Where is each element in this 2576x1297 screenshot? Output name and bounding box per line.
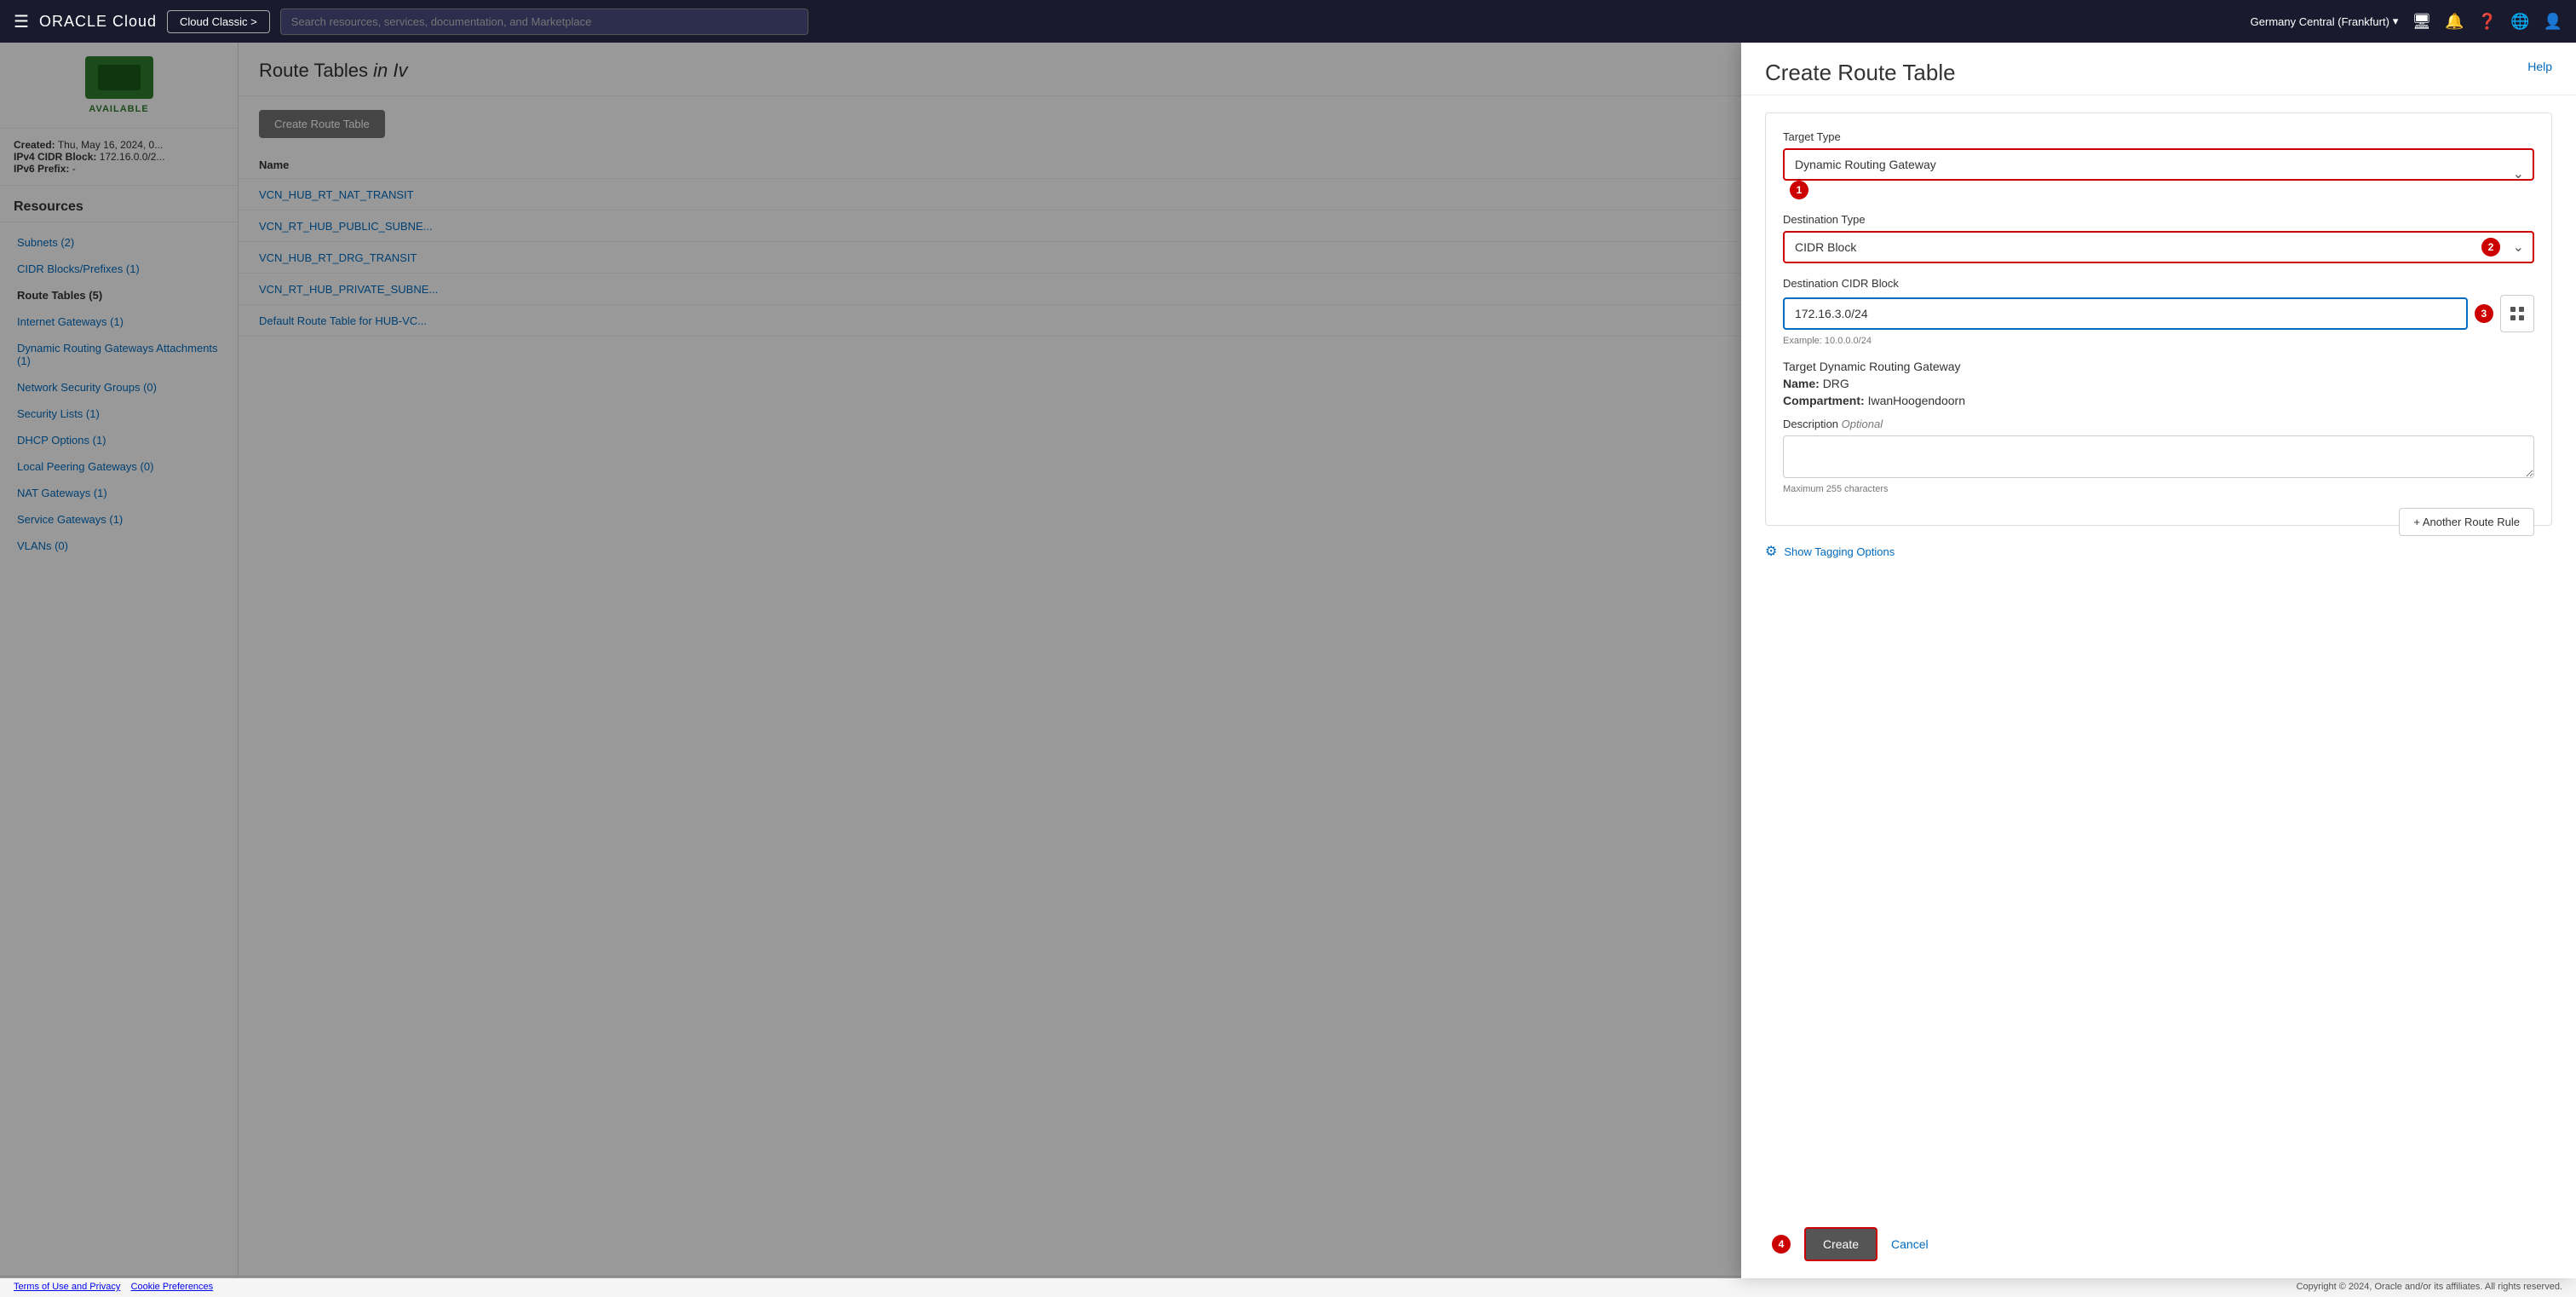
chevron-down-icon: ▾ [2393,14,2399,28]
modal-header: Create Route Table Help [1741,43,2576,95]
destination-type-group: Destination Type CIDR Block 2 [1783,213,2534,263]
cancel-button[interactable]: Cancel [1891,1237,1929,1251]
cookie-link[interactable]: Cookie Preferences [131,1282,214,1292]
target-type-label: Target Type [1783,130,2534,143]
cloud-classic-button[interactable]: Cloud Classic > [167,10,270,33]
modal-body: Target Type Dynamic Routing Gateway 1 De… [1741,95,2576,1213]
destination-type-label: Destination Type [1783,213,2534,226]
tagging-icon: ⚙ [1765,543,1777,560]
modal-panel: Create Route Table Help Target Type Dyna… [1741,43,2576,1278]
modal-title: Create Route Table [1765,60,1956,86]
step-3-badge: 3 [2475,304,2493,323]
footer: Terms of Use and Privacy Cookie Preferen… [0,1276,2576,1297]
description-max-hint: Maximum 255 characters [1783,484,2534,494]
create-button[interactable]: Create [1804,1227,1877,1261]
optional-label: Optional [1842,418,1883,430]
destination-type-select-wrapper: CIDR Block 2 [1783,231,2534,263]
show-tagging-label: Show Tagging Options [1784,545,1895,558]
target-drg-name: Name: DRG [1783,377,2534,390]
step-1-badge: 1 [1790,181,1808,199]
search-input[interactable] [280,9,808,35]
destination-type-select[interactable]: CIDR Block [1783,231,2534,263]
modal-actions: 4 Create Cancel [1741,1213,2576,1278]
terms-link[interactable]: Terms of Use and Privacy [14,1282,120,1292]
target-drg-heading: Target Dynamic Routing Gateway [1783,360,2534,373]
oracle-logo: ORACLE Cloud [39,13,157,31]
footer-right: Copyright © 2024, Oracle and/or its affi… [2297,1282,2562,1292]
top-navigation: ☰ ORACLE Cloud Cloud Classic > Germany C… [0,0,2576,43]
region-label: Germany Central (Frankfurt) [2251,15,2389,28]
bell-icon[interactable]: 🔔 [2445,13,2464,31]
help-icon[interactable]: ❓ [2478,13,2497,31]
globe-icon[interactable]: 🌐 [2510,13,2529,31]
destination-cidr-group: Destination CIDR Block 172.16.3.0/24 3 [1783,277,2534,346]
description-label: Description Optional [1783,418,2534,430]
region-selector[interactable]: Germany Central (Frankfurt) ▾ [2251,14,2399,28]
description-textarea[interactable] [1783,435,2534,478]
target-type-group: Target Type Dynamic Routing Gateway 1 [1783,130,2534,199]
destination-cidr-input[interactable]: 172.16.3.0/24 [1783,297,2468,330]
target-drg-compartment: Compartment: IwanHoogendoorn [1783,394,2534,407]
step-2-badge: 2 [2481,238,2500,257]
modal-overlay: Create Route Table Help Target Type Dyna… [0,43,2576,1278]
cidr-hint: Example: 10.0.0.0/24 [1783,336,2534,346]
hamburger-menu-icon[interactable]: ☰ [14,11,29,32]
destination-cidr-label: Destination CIDR Block [1783,277,2534,290]
footer-left: Terms of Use and Privacy Cookie Preferen… [14,1282,213,1292]
user-icon[interactable]: 👤 [2544,13,2562,31]
description-group: Description Optional Maximum 255 charact… [1783,418,2534,494]
show-tagging-section[interactable]: ⚙ Show Tagging Options [1765,543,2552,560]
route-rule-section: Target Type Dynamic Routing Gateway 1 De… [1765,112,2552,526]
target-drg-info: Target Dynamic Routing Gateway Name: DRG… [1783,360,2534,407]
step-4-badge: 4 [1772,1235,1791,1254]
grid-icon [2500,295,2534,332]
help-link[interactable]: Help [2527,60,2552,73]
nav-right: Germany Central (Frankfurt) ▾ 🖥 🔔 ❓ 🌐 👤 [2251,13,2562,31]
target-type-select-wrapper: Dynamic Routing Gateway 1 [1783,148,2534,199]
add-route-rule-button[interactable]: + Another Route Rule [2399,508,2534,536]
monitor-icon[interactable]: 🖥 [2412,13,2431,31]
target-type-select[interactable]: Dynamic Routing Gateway [1783,148,2534,181]
